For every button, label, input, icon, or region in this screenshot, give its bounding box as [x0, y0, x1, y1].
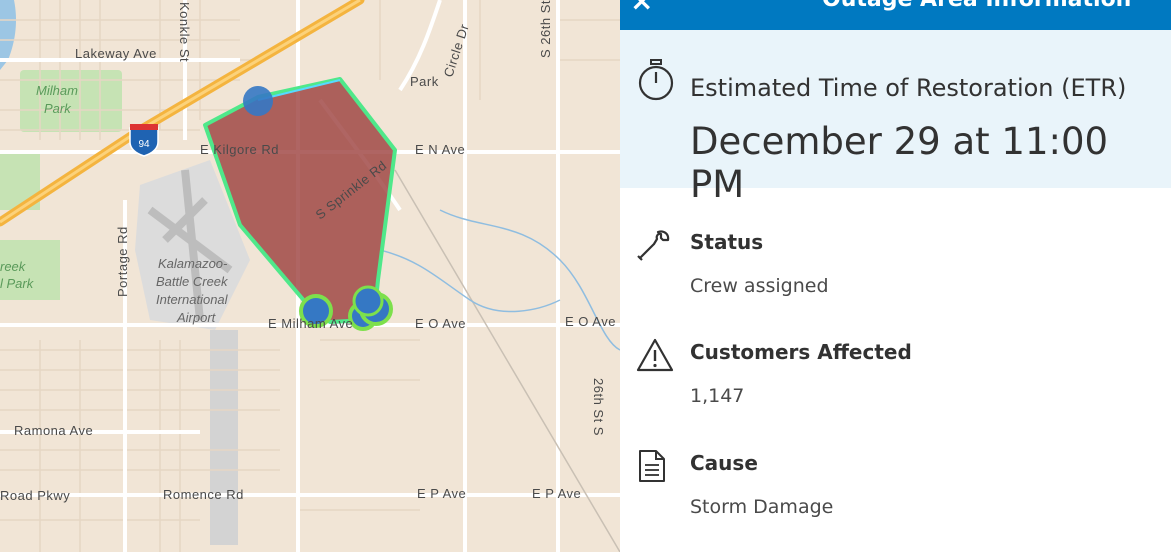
customers-label: Customers Affected — [690, 340, 912, 364]
airport-runway-area — [210, 330, 238, 545]
road-label-portage: Portage Rd — [115, 226, 130, 297]
warning-icon — [636, 338, 674, 377]
road-label-circle: Circle Dr — [441, 22, 472, 79]
road-label-romence: Romence Rd — [163, 487, 244, 502]
road-label-26th-bottom: 26th St S — [591, 378, 606, 436]
etr-section: Estimated Time of Restoration (ETR) Dece… — [620, 30, 1171, 206]
road-label-ramona: Ramona Ave — [14, 423, 93, 438]
road-label-eo: E O Ave — [415, 316, 466, 331]
interstate-shield-icon: 94 — [129, 124, 159, 157]
park-label-creek-2: l Park — [0, 276, 35, 291]
park-label-milham-2: Park — [44, 101, 72, 116]
creek-2 — [379, 249, 561, 313]
outage-marker[interactable] — [243, 86, 273, 116]
road-label-konkle: Konkle St — [177, 2, 192, 62]
road-label-road-pkwy: Road Pkwy — [0, 488, 70, 503]
document-icon — [636, 449, 668, 488]
airport-label-2: Battle Creek — [156, 274, 229, 289]
road-label-milham: E Milham Ave — [268, 316, 353, 331]
park-label-milham-1: Milham — [36, 83, 78, 98]
road-label-s26th-top: S 26th St — [538, 0, 553, 58]
airport-label-3: International — [156, 292, 229, 307]
map-view[interactable]: 94 Lakeway Ave Konkle St Park Circle Dr … — [0, 0, 620, 552]
status-value: Crew assigned — [690, 275, 829, 297]
close-icon[interactable]: × — [630, 0, 653, 17]
airport-label-4: Airport — [176, 310, 217, 325]
stopwatch-icon — [636, 58, 676, 107]
outage-info-panel: × Outage Area Information Estimated Time… — [620, 0, 1171, 552]
road-label-park: Park — [410, 74, 439, 89]
panel-header: × Outage Area Information — [620, 0, 1171, 30]
road-label-eo-2: E O Ave — [565, 314, 616, 329]
interstate-number: 94 — [138, 139, 150, 150]
etr-value: December 29 at 11:00 PM — [690, 120, 1109, 206]
status-label: Status — [690, 230, 764, 254]
airport-label-1: Kalamazoo- — [158, 256, 228, 271]
road-label-ep: E P Ave — [417, 486, 466, 501]
road-label-en: E N Ave — [415, 142, 465, 157]
cause-value: Storm Damage — [690, 496, 834, 518]
map-canvas[interactable]: 94 Lakeway Ave Konkle St Park Circle Dr … — [0, 0, 620, 552]
road-label-lakeway: Lakeway Ave — [75, 46, 157, 61]
customers-value: 1,147 — [690, 385, 745, 407]
road-label-kilgore: E Kilgore Rd — [200, 142, 279, 157]
outage-marker[interactable] — [352, 285, 384, 317]
etr-label: Estimated Time of Restoration (ETR) — [690, 74, 1127, 102]
park-label-creek-1: reek — [0, 259, 27, 274]
wrench-icon — [636, 228, 672, 267]
road-label-ep-2: E P Ave — [532, 486, 581, 501]
panel-title: Outage Area Information — [822, 0, 1131, 12]
cause-label: Cause — [690, 451, 758, 475]
